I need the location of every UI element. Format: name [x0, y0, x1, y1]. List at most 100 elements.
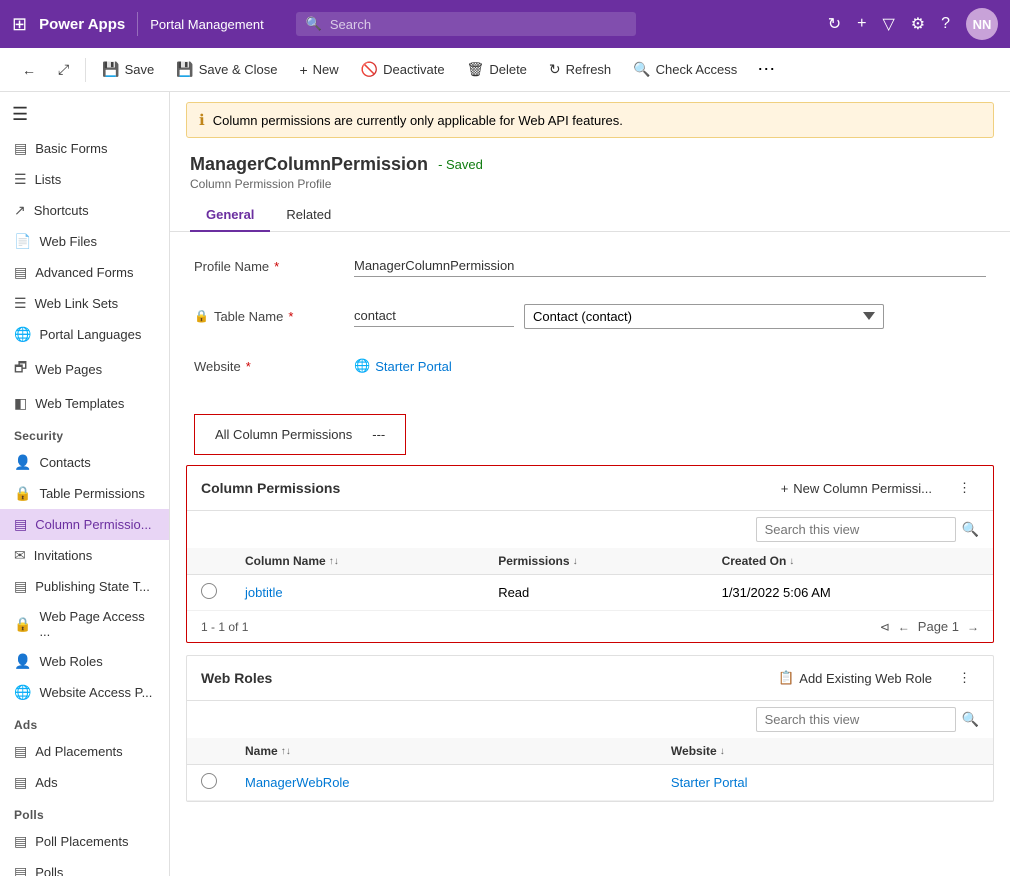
tab-related[interactable]: Related — [270, 199, 347, 232]
sidebar-label-web-pages: Web Pages — [35, 362, 102, 377]
sidebar-item-polls[interactable]: ▤ Polls — [0, 857, 169, 876]
sidebar-label-invitations: Invitations — [34, 548, 93, 563]
sidebar-label-poll-placements: Poll Placements — [35, 834, 128, 849]
sidebar: ☰ ▤ Basic Forms ☰ Lists ↗ Shortcuts 📄 We… — [0, 92, 170, 876]
nav-icons: ↻ + ▽ ⚙ ? NN — [828, 8, 998, 40]
sidebar-item-basic-forms[interactable]: ▤ Basic Forms — [0, 133, 169, 164]
website-link[interactable]: 🌐 Starter Portal — [354, 358, 986, 374]
polls-icon: ▤ — [14, 864, 27, 876]
col-perm-column-name-header[interactable]: Column Name ↑↓ — [231, 548, 484, 575]
check-access-button[interactable]: 🔍 Check Access — [623, 56, 747, 83]
sidebar-label-column-permissions: Column Permissio... — [35, 517, 151, 532]
sidebar-item-invitations[interactable]: ✉ Invitations — [0, 540, 169, 571]
refresh-button[interactable]: ↻ Refresh — [539, 56, 621, 83]
web-roles-website-header[interactable]: Website ↓ — [657, 738, 993, 765]
avatar[interactable]: NN — [966, 8, 998, 40]
sidebar-item-shortcuts[interactable]: ↗ Shortcuts — [0, 195, 169, 226]
sidebar-label-web-link-sets: Web Link Sets — [35, 296, 119, 311]
content-area: ℹ Column permissions are currently only … — [170, 92, 1010, 876]
column-permissions-more-button[interactable]: ⋮ — [950, 476, 979, 500]
column-permissions-title: Column Permissions — [201, 480, 763, 496]
pager-prev[interactable]: ← — [898, 620, 910, 634]
web-roles-search-icon[interactable]: 🔍 — [962, 711, 979, 728]
global-search-box[interactable]: 🔍 — [296, 12, 636, 36]
web-roles-more-button[interactable]: ⋮ — [950, 666, 979, 690]
sidebar-label-shortcuts: Shortcuts — [34, 203, 89, 218]
web-roles-name-sort: ↑↓ — [281, 746, 291, 757]
new-button[interactable]: + New — [289, 57, 348, 83]
sidebar-item-web-page-access[interactable]: 🔒 Web Page Access ... — [0, 602, 169, 646]
web-page-access-icon: 🔒 — [14, 616, 31, 633]
sidebar-item-portal-languages[interactable]: 🌐 Portal Languages — [0, 319, 169, 350]
sidebar-item-advanced-forms[interactable]: ▤ Advanced Forms — [0, 257, 169, 288]
sidebar-label-polls: Polls — [35, 865, 63, 876]
sidebar-label-publishing-state: Publishing State T... — [35, 579, 150, 594]
sidebar-hamburger[interactable]: ☰ — [0, 96, 169, 133]
sidebar-item-ads[interactable]: ▤ Ads — [0, 767, 169, 798]
website-value: 🌐 Starter Portal — [354, 358, 986, 374]
row-checkbox[interactable] — [187, 575, 231, 611]
restore-button[interactable]: ⤢ — [48, 56, 79, 83]
global-search-input[interactable] — [330, 17, 626, 32]
sidebar-item-poll-placements[interactable]: ▤ Poll Placements — [0, 826, 169, 857]
add-web-role-button[interactable]: 📋 Add Existing Web Role — [770, 666, 940, 690]
sidebar-item-web-templates[interactable]: ◧ Web Templates — [0, 388, 169, 419]
sidebar-item-web-link-sets[interactable]: ☰ Web Link Sets — [0, 288, 169, 319]
sidebar-item-ad-placements[interactable]: ▤ Ad Placements — [0, 736, 169, 767]
sidebar-item-column-permissions[interactable]: ▤ Column Permissio... — [0, 509, 169, 540]
row-column-name[interactable]: jobtitle — [231, 575, 484, 611]
sidebar-item-contacts[interactable]: 👤 Contacts — [0, 447, 169, 478]
website-row: Website * 🌐 Starter Portal — [194, 348, 986, 384]
sidebar-item-lists[interactable]: ☰ Lists — [0, 164, 169, 195]
sidebar-item-publishing-state[interactable]: ▤ Publishing State T... — [0, 571, 169, 602]
back-button[interactable]: ← — [12, 57, 46, 83]
col-perm-permissions-header[interactable]: Permissions ↓ — [484, 548, 707, 575]
sidebar-item-web-roles[interactable]: 👤 Web Roles — [0, 646, 169, 677]
sidebar-item-table-permissions[interactable]: 🔒 Table Permissions — [0, 478, 169, 509]
table-name-required: * — [288, 309, 293, 324]
deactivate-icon: 🚫 — [361, 61, 378, 78]
col-perm-pager: ⊲ ← Page 1 → — [880, 619, 979, 634]
wr-row-name[interactable]: ManagerWebRole — [231, 765, 657, 801]
nav-divider — [137, 12, 138, 36]
pager-next[interactable]: → — [967, 620, 979, 634]
sidebar-item-web-files[interactable]: 📄 Web Files — [0, 226, 169, 257]
wr-row-website[interactable]: Starter Portal — [657, 765, 993, 801]
deactivate-button[interactable]: 🚫 Deactivate — [351, 56, 455, 83]
profile-name-row: Profile Name * ManagerColumnPermission — [194, 248, 986, 284]
toolbar-more-button[interactable]: ⋯ — [749, 54, 783, 85]
new-column-permission-button[interactable]: + New Column Permissi... — [773, 477, 940, 500]
settings-icon[interactable]: ⚙ — [911, 14, 925, 34]
web-roles-title: Web Roles — [201, 670, 760, 686]
column-permissions-footer: 1 - 1 of 1 ⊲ ← Page 1 → — [187, 611, 993, 642]
col-perm-search-input[interactable] — [756, 517, 956, 542]
profile-name-value: ManagerColumnPermission — [354, 255, 986, 277]
col-perm-created-on-header[interactable]: Created On ↓ — [708, 548, 993, 575]
invitations-icon: ✉ — [14, 547, 26, 564]
table-name-select[interactable]: Contact (contact) — [524, 304, 884, 329]
save-close-label: Save & Close — [199, 62, 278, 77]
web-roles-search-input[interactable] — [756, 707, 956, 732]
sidebar-item-web-pages[interactable]: 🗗 Web Pages — [0, 350, 169, 388]
profile-name-field[interactable]: ManagerColumnPermission — [354, 255, 986, 277]
sidebar-item-website-access[interactable]: 🌐 Website Access P... — [0, 677, 169, 708]
table-name-field[interactable]: contact — [354, 305, 514, 327]
wr-row-checkbox[interactable] — [187, 765, 231, 801]
recent-icon[interactable]: ↻ — [828, 14, 841, 34]
column-permissions-search: 🔍 — [187, 511, 993, 548]
col-perm-search-icon[interactable]: 🔍 — [962, 521, 979, 538]
save-close-button[interactable]: 💾 Save & Close — [166, 56, 287, 83]
save-button[interactable]: 💾 Save — [92, 56, 164, 83]
pager-first[interactable]: ⊲ — [880, 620, 890, 634]
add-icon[interactable]: + — [857, 15, 866, 33]
delete-button[interactable]: 🗑 Delete — [457, 56, 537, 83]
ads-icon: ▤ — [14, 774, 27, 791]
section-polls: Polls — [0, 798, 169, 826]
tab-general[interactable]: General — [190, 199, 270, 232]
filter-icon[interactable]: ▽ — [882, 14, 894, 34]
help-icon[interactable]: ? — [941, 15, 950, 33]
col-perm-check-header — [187, 548, 231, 575]
refresh-icon: ↻ — [549, 61, 561, 78]
web-roles-name-header[interactable]: Name ↑↓ — [231, 738, 657, 765]
grid-icon[interactable]: ⊞ — [12, 14, 27, 35]
